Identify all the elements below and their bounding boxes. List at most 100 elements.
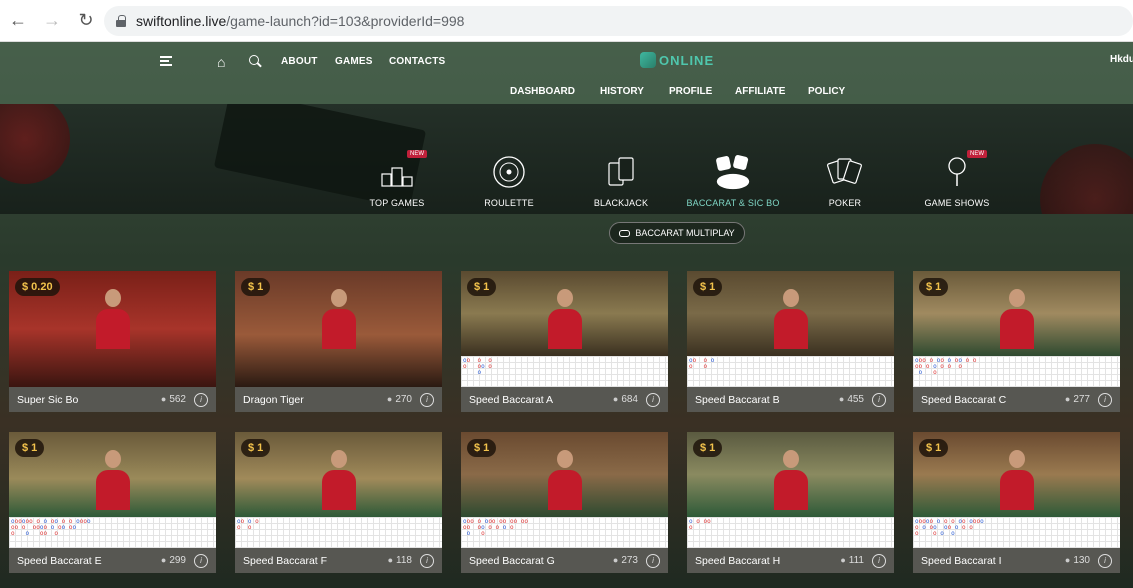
baccarat-multiplay-button[interactable]: BACCARAT MULTIPLAY [609, 222, 745, 244]
dealer-image [999, 450, 1034, 512]
menu-icon[interactable] [160, 56, 172, 66]
dealer-image [547, 289, 582, 351]
player-count: ● 562 [161, 394, 186, 405]
game-tile[interactable]: $ 1 oo o o o o Speed Baccarat B ● 455 i [687, 271, 894, 412]
info-icon[interactable]: i [194, 553, 208, 568]
min-bet-badge: $ 1 [467, 439, 497, 457]
game-preview-video: $ 0.20 [9, 271, 216, 387]
dealer-image [547, 450, 582, 512]
scoreboard-road: oo o o o o [687, 356, 894, 387]
nav-profile[interactable]: PROFILE [669, 86, 712, 97]
min-bet-badge: $ 1 [241, 278, 271, 296]
player-count: ● 130 [1065, 555, 1090, 566]
min-bet-badge: $ 1 [467, 278, 497, 296]
podium-icon: NEW [377, 150, 427, 192]
person-icon: ● [386, 394, 393, 404]
nav-about[interactable]: ABOUT [281, 56, 318, 67]
dealer-image [321, 289, 356, 351]
game-tile[interactable]: $ 1 ooooo o o o oo oooo o o oo oo o o o o… [913, 432, 1120, 573]
dealer-image [95, 450, 130, 512]
player-count-value: 562 [169, 394, 186, 405]
category-roulette[interactable]: ROULETTE [454, 152, 564, 208]
game-tile-footer: Super Sic Bo ● 562 i [9, 387, 216, 412]
category-poker[interactable]: POKER [790, 152, 900, 208]
scoreboard-road: o o oo o [687, 517, 894, 548]
game-preview-video: $ 1 [461, 271, 668, 356]
game-tile-footer: Speed Baccarat C ● 277 i [913, 387, 1120, 412]
category-blackjack[interactable]: BLACKJACK [566, 152, 676, 208]
player-count-value: 273 [621, 555, 638, 566]
nav-dashboard[interactable]: DASHBOARD [510, 86, 575, 97]
player-count: ● 270 [387, 394, 412, 405]
back-icon[interactable]: ← [8, 10, 28, 31]
person-icon: ● [612, 555, 619, 565]
game-tile[interactable]: $ 1 o o oo o Speed Baccarat H ● 111 i [687, 432, 894, 573]
nav-history[interactable]: HISTORY [600, 86, 644, 97]
new-badge: NEW [407, 150, 427, 158]
category-label: POKER [828, 198, 862, 208]
person-icon: ● [840, 555, 846, 565]
game-tile[interactable]: $ 0.20 Super Sic Bo ● 562 i [9, 271, 216, 412]
player-count: ● 273 [613, 555, 638, 566]
lock-icon [116, 15, 126, 27]
game-preview-video: $ 1 [687, 432, 894, 517]
info-icon[interactable]: i [1098, 553, 1112, 568]
category-baccarat-sic-bo[interactable]: BACCARAT & SIC BO [678, 152, 788, 208]
game-name: Speed Baccarat A [469, 393, 554, 406]
info-icon[interactable]: i [872, 553, 886, 568]
scoreboard-road: oo o o o o [235, 517, 442, 548]
game-tile[interactable]: $ 1 ooo o ooo oo oo oo oo oo o o o o o oS… [461, 432, 668, 573]
game-tile[interactable]: $ 1 oooooo o o oo o o oooo oo o oooo o oo… [9, 432, 216, 573]
url-host: swiftonline.live [136, 13, 227, 29]
game-tile[interactable]: $ 1 Dragon Tiger ● 270 i [235, 271, 442, 412]
dealer-image [95, 289, 130, 351]
nav-games[interactable]: GAMES [335, 56, 373, 67]
reload-icon[interactable]: ↻ [76, 10, 96, 31]
nav-policy[interactable]: POLICY [808, 86, 845, 97]
roulette-icon [489, 152, 529, 192]
nav-affiliate[interactable]: AFFILIATE [735, 86, 785, 97]
player-count: ● 277 [1065, 394, 1090, 405]
game-tile-footer: Speed Baccarat I ● 130 i [913, 548, 1120, 573]
game-tile-footer: Speed Baccarat E ● 299 i [9, 548, 216, 573]
multiplay-label: BACCARAT MULTIPLAY [635, 228, 735, 238]
min-bet-badge: $ 1 [15, 439, 45, 457]
nav-contacts[interactable]: CONTACTS [389, 56, 445, 67]
game-tile-footer: Speed Baccarat F ● 118 i [235, 548, 442, 573]
player-count: ● 299 [161, 555, 186, 566]
microphone-icon: NEW [937, 150, 987, 192]
user-name[interactable]: Hkdu [1110, 54, 1133, 65]
game-name: Speed Baccarat B [695, 393, 780, 406]
home-icon[interactable]: ⌂ [217, 54, 225, 70]
game-tile[interactable]: $ 1 oo o o o o Speed Baccarat F ● 118 i [235, 432, 442, 573]
casino-chip-decoration [0, 104, 70, 184]
category-game-shows[interactable]: NEW GAME SHOWS [902, 150, 1012, 208]
min-bet-badge: $ 1 [241, 439, 271, 457]
info-icon[interactable]: i [420, 553, 434, 568]
player-count-value: 299 [169, 555, 186, 566]
game-name: Speed Baccarat F [243, 554, 328, 567]
info-icon[interactable]: i [646, 392, 660, 407]
info-icon[interactable]: i [1098, 392, 1112, 407]
category-top-games[interactable]: NEW TOP GAMES [342, 150, 452, 208]
search-icon[interactable] [249, 55, 261, 67]
game-preview-video: $ 1 [913, 432, 1120, 517]
info-icon[interactable]: i [194, 392, 208, 407]
game-preview-video: $ 1 [9, 432, 216, 517]
game-tile[interactable]: $ 1 ooo o oo o oo o o oo o o o o o o o Spe… [913, 271, 1120, 412]
info-icon[interactable]: i [646, 553, 660, 568]
game-tile[interactable]: $ 1 oo o o o oo o o Speed Baccarat A ● 684 i [461, 271, 668, 412]
info-icon[interactable]: i [872, 392, 886, 407]
category-label: TOP GAMES [369, 198, 425, 208]
person-icon: ● [160, 394, 167, 404]
site-logo[interactable]: ONLINE [640, 52, 714, 68]
dealer-image [773, 450, 808, 512]
forward-icon[interactable]: → [42, 10, 62, 31]
scoreboard-road: ooo o ooo oo oo oo oo oo o o o o o o [461, 517, 668, 548]
info-icon[interactable]: i [420, 392, 434, 407]
address-bar[interactable]: swiftonline.live/game-launch?id=103&prov… [104, 6, 1133, 36]
player-count-value: 684 [621, 394, 638, 405]
category-label: BACCARAT & SIC BO [686, 198, 780, 208]
person-icon: ● [612, 394, 619, 404]
dice-icon [713, 152, 753, 192]
